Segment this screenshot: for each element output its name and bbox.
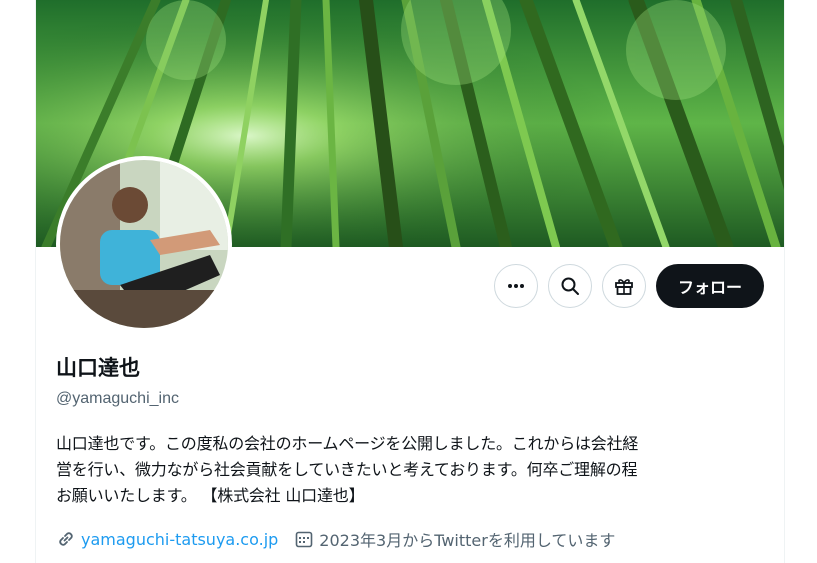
user-handle: @yamaguchi_inc (56, 390, 179, 407)
website-link[interactable]: yamaguchi-tatsuya.co.jp (81, 530, 278, 549)
website-item: yamaguchi-tatsuya.co.jp (56, 529, 278, 549)
calendar-icon (294, 529, 314, 549)
search-icon (561, 277, 579, 295)
profile-card: フォロー 山口達也 @yamaguchi_inc 山口達也です。この度私の会社の… (35, 0, 785, 563)
joined-item: 2023年3月からTwitterを利用しています (294, 527, 615, 551)
profile-actions: フォロー (493, 264, 764, 308)
avatar-photo (60, 160, 228, 328)
search-button[interactable] (547, 264, 592, 308)
profile-bio: 山口達也です。この度私の会社のホームページを公開しました。これからは会社経 営を… (56, 434, 639, 505)
joined-date: 2023年3月からTwitterを利用しています (319, 531, 616, 550)
display-name: 山口達也 (56, 356, 140, 380)
link-icon (56, 529, 76, 549)
gift-button[interactable] (601, 264, 646, 308)
follow-button[interactable]: フォロー (655, 264, 764, 308)
more-icon (507, 284, 524, 288)
gift-icon (615, 279, 633, 295)
profile-avatar[interactable] (56, 156, 232, 332)
more-button[interactable] (493, 264, 538, 308)
profile-meta: yamaguchi-tatsuya.co.jp 2023年3月からTwitter… (56, 527, 631, 551)
